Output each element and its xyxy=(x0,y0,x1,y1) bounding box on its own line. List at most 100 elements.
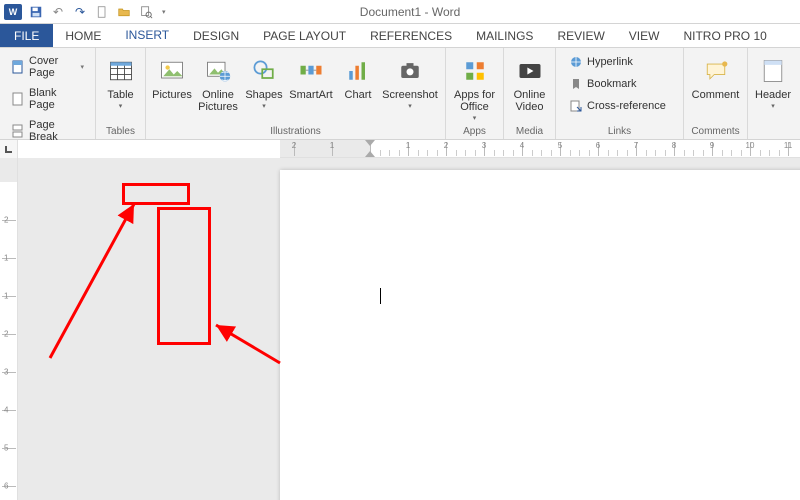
hanging-indent-marker[interactable] xyxy=(365,151,375,157)
tab-references[interactable]: REFERENCES xyxy=(358,24,464,47)
group-comments: Comment Comments xyxy=(684,48,748,139)
apps-for-office-button[interactable]: Apps for Office ▾ xyxy=(450,50,499,123)
cross-reference-button[interactable]: Cross-reference xyxy=(564,96,671,116)
tab-insert[interactable]: INSERT xyxy=(113,24,181,47)
bookmark-label: Bookmark xyxy=(587,78,637,90)
pictures-label: Pictures xyxy=(152,89,192,101)
tab-review[interactable]: REVIEW xyxy=(545,24,616,47)
bookmark-button[interactable]: Bookmark xyxy=(564,74,671,94)
tab-page-layout[interactable]: PAGE LAYOUT xyxy=(251,24,358,47)
hyperlink-button[interactable]: Hyperlink xyxy=(564,52,671,72)
chart-icon xyxy=(342,55,374,87)
chevron-down-icon: ▾ xyxy=(119,102,123,110)
smartart-button[interactable]: SmartArt xyxy=(286,50,336,102)
group-apps: Apps for Office ▾ Apps xyxy=(446,48,504,139)
tab-design[interactable]: DESIGN xyxy=(181,24,251,47)
online-video-button[interactable]: Online Video xyxy=(508,50,551,114)
text-cursor xyxy=(380,288,381,304)
chevron-down-icon: ▾ xyxy=(771,102,775,110)
comment-label: Comment xyxy=(692,89,740,101)
ribbon: Cover Page ▾ Blank Page Page Break Page xyxy=(0,48,800,140)
blank-page-icon xyxy=(11,92,25,106)
new-doc-icon[interactable] xyxy=(94,4,110,20)
chart-button[interactable]: Chart xyxy=(336,50,380,102)
screenshot-button[interactable]: Screenshot ▾ xyxy=(380,50,440,111)
tab-mailings[interactable]: MAILINGS xyxy=(464,24,545,47)
group-media: Online Video Media xyxy=(504,48,556,139)
pictures-icon xyxy=(156,55,188,87)
group-links-label: Links xyxy=(560,124,679,139)
table-button[interactable]: Table ▾ xyxy=(100,50,141,111)
cover-page-icon xyxy=(11,60,25,74)
document-page[interactable] xyxy=(280,170,800,500)
undo-icon[interactable]: ↶ xyxy=(50,4,66,20)
smartart-icon xyxy=(295,55,327,87)
group-tables: Table ▾ Tables xyxy=(96,48,146,139)
ruler-gap xyxy=(18,140,280,158)
vertical-ruler[interactable]: 21123456 xyxy=(0,158,18,500)
page-viewport[interactable] xyxy=(18,158,800,500)
apps-icon xyxy=(459,55,491,87)
online-pictures-label: Online Pictures xyxy=(197,89,239,113)
bookmark-icon xyxy=(569,77,583,91)
tab-home[interactable]: HOME xyxy=(53,24,113,47)
chevron-down-icon: ▾ xyxy=(473,114,477,122)
group-illustrations: Pictures Online Pictures Shapes ▾ Smart xyxy=(146,48,446,139)
hyperlink-icon xyxy=(569,55,583,69)
header-icon xyxy=(757,55,789,87)
print-preview-icon[interactable] xyxy=(138,4,154,20)
screenshot-icon xyxy=(394,55,426,87)
cross-ref-icon xyxy=(569,99,583,113)
chevron-down-icon: ▾ xyxy=(262,102,266,110)
online-pictures-icon xyxy=(202,55,234,87)
group-apps-label: Apps xyxy=(450,124,499,139)
chevron-down-icon: ▾ xyxy=(80,63,84,71)
blank-page-label: Blank Page xyxy=(29,87,84,111)
cover-page-button[interactable]: Cover Page ▾ xyxy=(6,52,89,82)
video-icon xyxy=(514,55,546,87)
table-label: Table xyxy=(107,89,133,101)
tab-view[interactable]: VIEW xyxy=(617,24,672,47)
tab-nitro[interactable]: NITRO PRO 10 xyxy=(671,24,778,47)
cross-ref-label: Cross-reference xyxy=(587,100,666,112)
group-media-label: Media xyxy=(508,124,551,139)
group-illustrations-label: Illustrations xyxy=(150,124,441,139)
chevron-down-icon: ▾ xyxy=(408,102,412,110)
window-title: Document1 - Word xyxy=(360,5,460,19)
tab-selector-icon[interactable] xyxy=(2,142,16,156)
open-folder-icon[interactable] xyxy=(116,4,132,20)
header-label: Header xyxy=(755,89,791,101)
comment-icon xyxy=(700,55,732,87)
title-bar: W ↶ ↷ ▾ Document1 - Word xyxy=(0,0,800,24)
header-button[interactable]: Header ▾ xyxy=(752,50,794,111)
ribbon-tabstrip: FILE HOME INSERT DESIGN PAGE LAYOUT REFE… xyxy=(0,24,800,48)
cover-page-label: Cover Page xyxy=(29,55,74,79)
horizontal-ruler[interactable]: 211234567891011 xyxy=(280,140,800,158)
comment-button[interactable]: Comment xyxy=(688,50,743,102)
group-links: Hyperlink Bookmark Cross-reference Links xyxy=(556,48,684,139)
hyperlink-label: Hyperlink xyxy=(587,56,633,68)
group-tables-label: Tables xyxy=(100,124,141,139)
blank-page-button[interactable]: Blank Page xyxy=(6,84,89,114)
first-line-indent-marker[interactable] xyxy=(365,140,375,146)
shapes-button[interactable]: Shapes ▾ xyxy=(242,50,286,111)
apps-label: Apps for Office xyxy=(453,89,496,113)
online-video-label: Online Video xyxy=(511,89,548,113)
group-comments-label: Comments xyxy=(688,124,743,139)
document-area: 21123456 xyxy=(0,158,800,500)
page-break-icon xyxy=(11,124,25,138)
tab-file[interactable]: FILE xyxy=(0,24,53,47)
shapes-icon xyxy=(248,55,280,87)
word-app-icon: W xyxy=(4,4,22,20)
redo-icon[interactable]: ↷ xyxy=(72,4,88,20)
qat-customize-icon[interactable]: ▾ xyxy=(162,8,166,16)
group-pages: Cover Page ▾ Blank Page Page Break Page xyxy=(0,48,96,139)
online-pictures-button[interactable]: Online Pictures xyxy=(194,50,242,114)
pictures-button[interactable]: Pictures xyxy=(150,50,194,102)
smartart-label: SmartArt xyxy=(289,89,332,101)
horizontal-ruler-row: 211234567891011 xyxy=(0,140,800,158)
group-hf-label xyxy=(752,135,794,139)
ruler-corner xyxy=(0,140,18,158)
save-icon[interactable] xyxy=(28,4,44,20)
table-icon xyxy=(105,55,137,87)
